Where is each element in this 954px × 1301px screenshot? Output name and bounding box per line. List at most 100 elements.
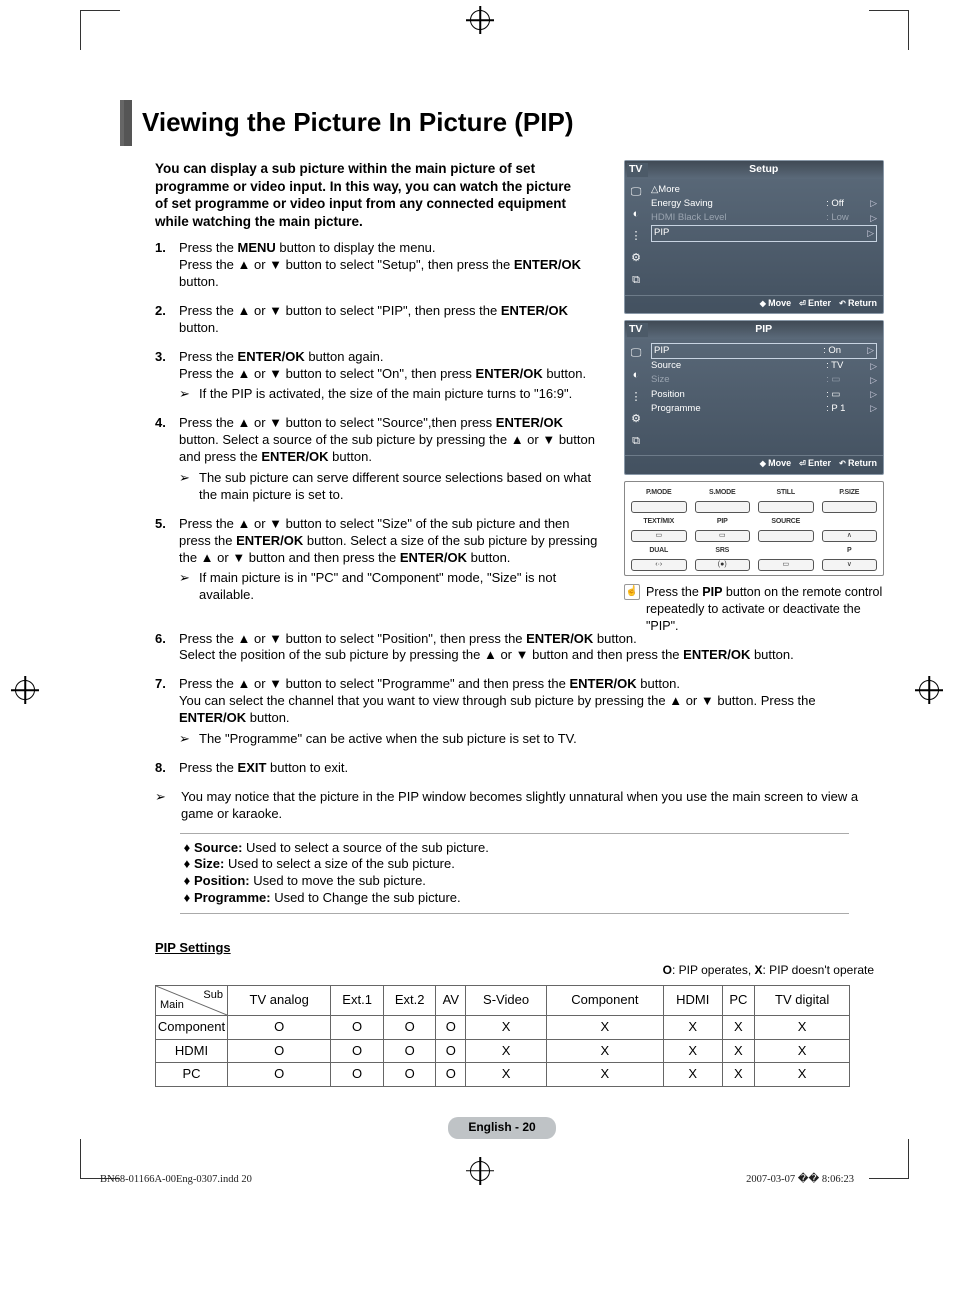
table-col-header: AV: [436, 985, 466, 1015]
pip-compatibility-table: SubMain TV analog Ext.1 Ext.2 AV S-Video…: [155, 985, 850, 1088]
remote-btn-label: STILL: [758, 488, 814, 497]
step-number: 1.: [155, 240, 179, 291]
note-arrow-icon: ➢: [155, 789, 181, 823]
page-number-badge: English - 20: [448, 1117, 555, 1139]
intro-text: You can display a sub picture within the…: [155, 160, 575, 230]
note-arrow-icon: ➢: [179, 470, 199, 504]
setup-tab-icon: ⚙: [628, 411, 644, 427]
final-note: ➢ You may notice that the picture in the…: [155, 789, 884, 823]
osd-pip-panel: TVPIP 🖵 ◐ ⋮ ⚙ ⧉ PIP: On▷ Source: TV▷ Siz…: [624, 320, 884, 474]
remote-btn-label: TEXT/MIX: [631, 517, 687, 526]
input-tab-icon: ⧉: [628, 273, 644, 289]
chevron-right-icon: ▷: [863, 344, 874, 358]
osd-item-label: Position: [651, 388, 826, 402]
note-arrow-icon: ➢: [179, 731, 199, 748]
channel-tab-icon: ⋮: [628, 229, 644, 245]
table-col-header: TV digital: [755, 985, 850, 1015]
osd-title: PIP: [648, 323, 879, 337]
table-diagonal-header: SubMain: [156, 985, 228, 1015]
chevron-right-icon: ▷: [863, 227, 874, 241]
step-number: 4.: [155, 415, 179, 503]
remote-button: ▭: [695, 530, 751, 542]
step-number: 7.: [155, 676, 179, 748]
note-arrow-icon: ➢: [179, 386, 199, 403]
remote-btn-label: SOURCE: [758, 517, 814, 526]
remote-btn-label: P: [822, 546, 878, 555]
table-row-header: HDMI: [156, 1039, 228, 1063]
step-number: 8.: [155, 760, 179, 777]
chevron-right-icon: ▷: [866, 374, 877, 388]
bullet-icon: ♦: [180, 856, 194, 873]
remote-btn-label: P.SIZE: [822, 488, 878, 497]
picture-tab-icon: 🖵: [628, 345, 644, 361]
up-arrow-button: ∧: [822, 530, 878, 542]
chevron-right-icon: ▷: [866, 197, 877, 211]
remote-button: ▭: [758, 559, 814, 571]
osd-foot-return: Return: [839, 458, 877, 470]
table-col-header: TV analog: [228, 985, 331, 1015]
table-row: HDMI OOOOXXXXX: [156, 1039, 850, 1063]
table-col-header: Ext.1: [331, 985, 384, 1015]
chevron-right-icon: ▷: [866, 360, 877, 374]
sound-tab-icon: ◐: [628, 207, 644, 223]
note-text: The sub picture can serve different sour…: [199, 470, 600, 504]
chevron-right-icon: ▷: [866, 212, 877, 226]
osd-item-label: PIP: [654, 226, 823, 240]
note-arrow-icon: ➢: [179, 570, 199, 604]
remote-diagram: P.MODE S.MODE STILL P.SIZE TEXT/MIX PIP …: [624, 481, 884, 576]
bullet-icon: ♦: [180, 840, 194, 857]
table-col-header: HDMI: [663, 985, 722, 1015]
osd-item-value: : On: [823, 344, 863, 358]
remote-button: ‹·›: [631, 559, 687, 571]
chevron-right-icon: ▷: [866, 388, 877, 402]
osd-more-label: △More: [651, 183, 877, 197]
osd-setup-panel: TVSetup 🖵 ◐ ⋮ ⚙ ⧉ △More Energy Saving: O…: [624, 160, 884, 314]
osd-item-label: Energy Saving: [651, 197, 826, 211]
remote-button: [758, 530, 814, 542]
table-row: PC OOOOXXXXX: [156, 1063, 850, 1087]
step-body: Press the ENTER/OK button again. Press t…: [179, 349, 600, 404]
osd-foot-enter: Enter: [799, 458, 831, 470]
osd-title: Setup: [648, 163, 879, 177]
remote-button: ▭: [631, 530, 687, 542]
input-tab-icon: ⧉: [628, 433, 644, 449]
step-body: Press the ▲ or ▼ button to select "Size"…: [179, 516, 600, 604]
step-body: Press the EXIT button to exit.: [179, 760, 884, 777]
print-metadata: BN68-01166A-00Eng-0307.indd 20 2007-03-0…: [0, 1173, 954, 1187]
table-legend: O: PIP operates, X: PIP doesn't operate: [120, 963, 874, 979]
remote-button: (●): [695, 559, 751, 571]
print-timestamp: 2007-03-07 �� 8:06:23: [746, 1173, 854, 1187]
remote-button: [695, 501, 751, 513]
setup-tab-icon: ⚙: [628, 251, 644, 267]
remote-btn-label: S.MODE: [695, 488, 751, 497]
table-row: Component OOOOXXXXX: [156, 1015, 850, 1039]
osd-item-value: : P 1: [826, 402, 866, 416]
table-col-header: S-Video: [466, 985, 547, 1015]
note-text: If the PIP is activated, the size of the…: [199, 386, 600, 403]
osd-item-label: Source: [651, 359, 826, 373]
definitions-box: ♦Source: Used to select a source of the …: [180, 833, 849, 915]
table-row-header: Component: [156, 1015, 228, 1039]
remote-button: [758, 501, 814, 513]
bullet-icon: ♦: [180, 873, 194, 890]
title-accent-icon: [120, 100, 132, 146]
step-number: 3.: [155, 349, 179, 404]
remote-btn-label: SRS: [695, 546, 751, 555]
crop-mark-icon: [80, 10, 120, 50]
step-number: 5.: [155, 516, 179, 604]
remote-button: [631, 501, 687, 513]
step-body: Press the ▲ or ▼ button to select "Sourc…: [179, 415, 600, 503]
hand-icon: ☝: [624, 584, 640, 600]
table-col-header: PC: [722, 985, 755, 1015]
pip-settings-heading: PIP Settings: [155, 940, 884, 957]
step-body: Press the ▲ or ▼ button to select "PIP",…: [179, 303, 600, 337]
print-filename: BN68-01166A-00Eng-0307.indd 20: [100, 1173, 252, 1187]
osd-item-value: : Low: [826, 211, 866, 225]
table-row-header: PC: [156, 1063, 228, 1087]
table-col-header: Ext.2: [383, 985, 436, 1015]
osd-foot-return: Return: [839, 298, 877, 310]
sound-tab-icon: ◐: [628, 367, 644, 383]
crop-mark-icon: [869, 10, 909, 50]
step-number: 2.: [155, 303, 179, 337]
osd-item-value: : TV: [826, 359, 866, 373]
